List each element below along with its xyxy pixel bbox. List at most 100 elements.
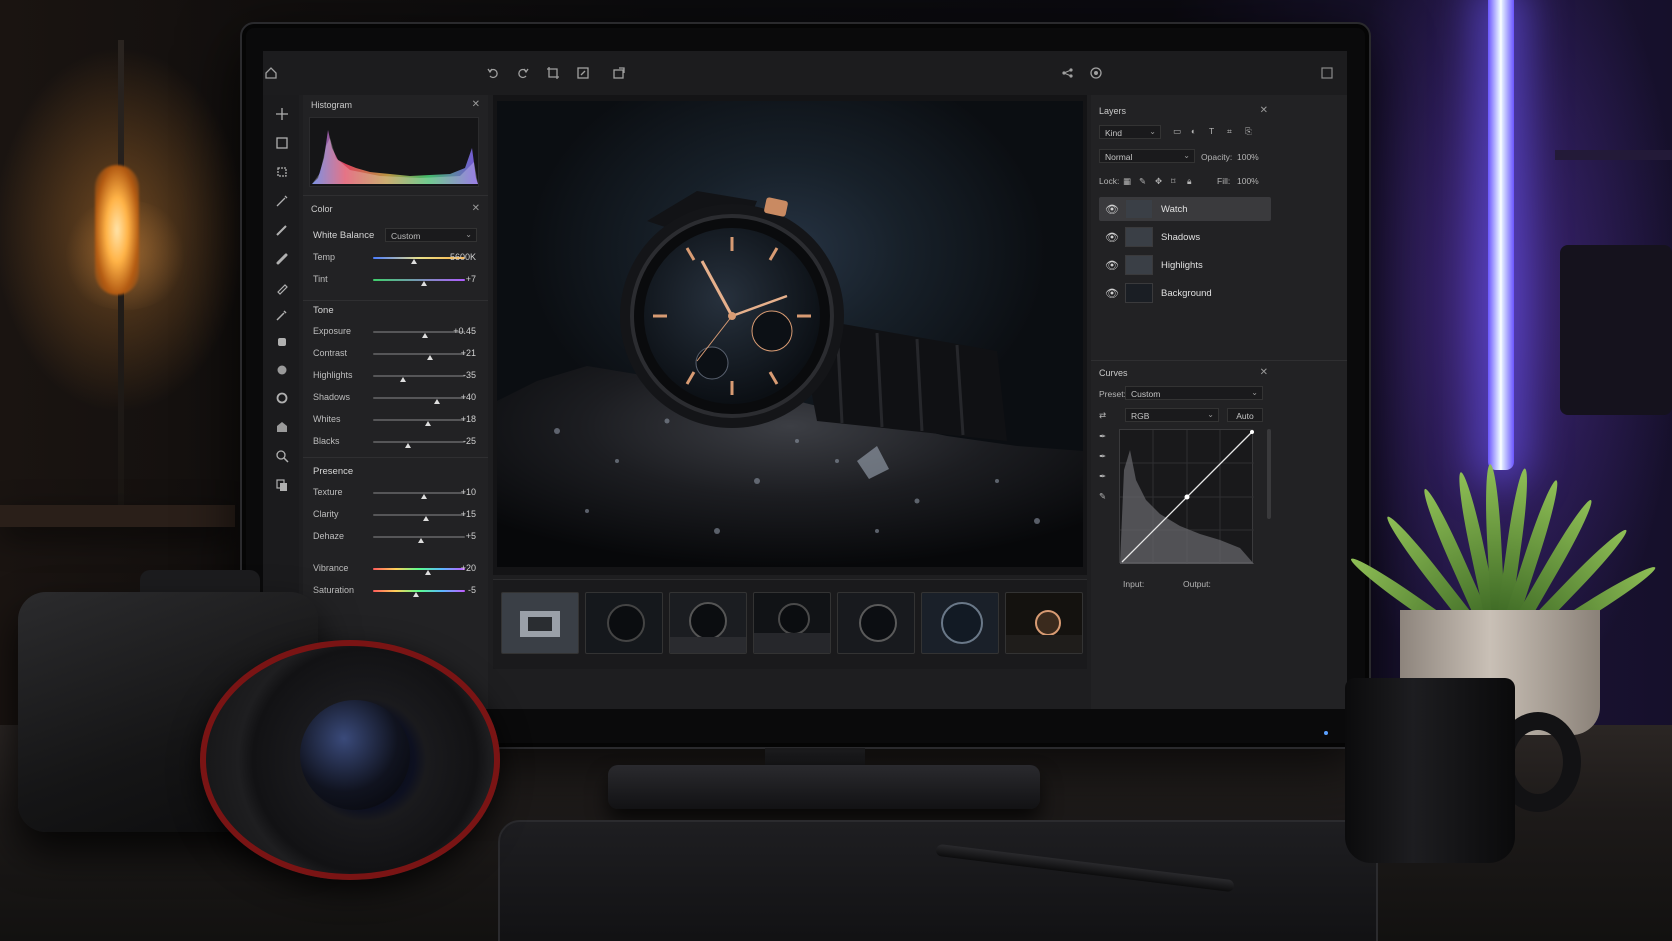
fill-value[interactable]: 100% [1237, 176, 1259, 186]
eye-icon[interactable]: 👁︎ [1105, 259, 1119, 272]
slider-row-contrast[interactable]: Contrast +21 [303, 346, 488, 362]
slider-value[interactable]: +7 [466, 274, 476, 284]
slider-value[interactable]: +5 [466, 531, 476, 541]
close-icon[interactable]: ✕ [1260, 105, 1268, 116]
lock-pixels-icon[interactable]: ▦ [1123, 176, 1131, 187]
close-icon[interactable]: ✕ [1260, 367, 1268, 378]
slider-handle[interactable] [400, 377, 407, 382]
white-balance-select[interactable]: Custom ⌄ [385, 228, 477, 242]
lock-artboard-icon[interactable]: ⌑ [1171, 176, 1175, 187]
undo-icon[interactable] [485, 66, 501, 82]
slider-row-vibrance[interactable]: Vibrance +20 [303, 561, 488, 577]
slider-row-whites[interactable]: Whites +18 [303, 412, 488, 428]
slider-handle[interactable] [404, 443, 411, 448]
opacity-value[interactable]: 100% [1237, 152, 1259, 162]
channel-select[interactable]: RGB ⌄ [1125, 408, 1219, 422]
slider-track[interactable] [373, 397, 465, 399]
eye-icon[interactable]: 👁︎ [1105, 203, 1119, 216]
filmstrip-thumb[interactable] [921, 592, 999, 654]
eye-icon[interactable]: 👁︎ [1105, 287, 1119, 300]
lock-paint-icon[interactable]: ✎ [1139, 176, 1146, 187]
slider-value[interactable]: -5 [468, 585, 476, 595]
magic-wand-icon[interactable] [273, 194, 291, 212]
slider-value[interactable]: -25 [463, 436, 476, 446]
slider-row-highlights[interactable]: Highlights -35 [303, 368, 488, 384]
slider-row-saturation[interactable]: Saturation -5 [303, 583, 488, 599]
slider-track[interactable] [373, 279, 465, 281]
layer-row-shadows[interactable]: 👁︎ Shadows [1099, 225, 1271, 249]
slider-row-exposure[interactable]: Exposure +0.45 [303, 324, 488, 340]
slider-handle[interactable] [427, 355, 434, 360]
pen-tool-icon[interactable] [273, 281, 291, 299]
slider-handle[interactable] [434, 399, 441, 404]
slider-handle[interactable] [413, 592, 420, 597]
preset-select[interactable]: Custom ⌄ [1125, 386, 1263, 400]
slider-handle[interactable] [422, 333, 429, 338]
eyedropper-icon[interactable] [273, 308, 291, 326]
slider-track[interactable] [373, 419, 465, 421]
cloud-icon[interactable] [1088, 66, 1104, 82]
curves-graph[interactable] [1119, 429, 1254, 564]
filmstrip-thumb[interactable] [753, 592, 831, 654]
slider-track[interactable] [373, 568, 465, 570]
eye-icon[interactable]: 👁︎ [1105, 231, 1119, 244]
layer-kind-filter[interactable]: Kind ⌄ [1099, 125, 1161, 139]
smart-object-filter-icon[interactable]: ⎘ [1245, 126, 1252, 137]
link-icon[interactable] [1059, 66, 1075, 82]
slider-row-clarity[interactable]: Clarity +15 [303, 507, 488, 523]
layer-row-background[interactable]: 👁︎ Background [1099, 281, 1271, 305]
lock-all-icon[interactable]: 🔒︎ [1187, 176, 1192, 187]
stamp-tool-icon[interactable] [273, 335, 291, 353]
slider-row-texture[interactable]: Texture +10 [303, 485, 488, 501]
slider-track[interactable] [373, 441, 465, 443]
filmstrip-thumb[interactable] [837, 592, 915, 654]
slider-track[interactable] [373, 492, 465, 494]
slider-row-tint[interactable]: Tint +7 [303, 272, 488, 288]
curves-scrollbar[interactable] [1267, 429, 1271, 519]
slider-handle[interactable] [425, 421, 432, 426]
brush-tool-icon[interactable] [273, 223, 291, 241]
auto-button[interactable]: Auto [1227, 408, 1263, 422]
adjustment-filter-icon[interactable]: ◐ [1191, 126, 1196, 136]
slider-row-temp[interactable]: Temp 5600K [303, 250, 488, 266]
image-canvas[interactable] [493, 95, 1087, 575]
slider-value[interactable]: +15 [461, 509, 476, 519]
slider-row-shadows[interactable]: Shadows +40 [303, 390, 488, 406]
shape-tool-icon[interactable] [273, 420, 291, 438]
targeted-adjust-icon[interactable]: ⇄ [1099, 410, 1106, 421]
crop-icon[interactable] [545, 66, 561, 82]
slider-track[interactable] [373, 353, 465, 355]
slider-track[interactable] [373, 514, 465, 516]
close-icon[interactable]: ✕ [472, 99, 480, 110]
slider-value[interactable]: +0.45 [453, 326, 476, 336]
eyedropper-white-icon[interactable]: ✒ [1099, 471, 1106, 482]
move-tool-icon[interactable] [273, 107, 291, 125]
slider-handle[interactable] [411, 259, 418, 264]
slider-handle[interactable] [417, 538, 424, 543]
curve-pencil-icon[interactable]: ✎ [1099, 491, 1106, 502]
close-icon[interactable]: ✕ [472, 203, 480, 214]
shape-filter-icon[interactable]: ⌗ [1227, 126, 1232, 137]
expand-icon[interactable] [1319, 66, 1335, 82]
healing-tool-icon[interactable] [273, 252, 291, 270]
slider-track[interactable] [373, 375, 465, 377]
share-icon[interactable] [611, 66, 627, 82]
slider-value[interactable]: +20 [461, 563, 476, 573]
slider-row-blacks[interactable]: Blacks -25 [303, 434, 488, 450]
slider-value[interactable]: +18 [461, 414, 476, 424]
slider-handle[interactable] [420, 494, 427, 499]
slider-value[interactable]: +40 [461, 392, 476, 402]
slider-value[interactable]: -35 [463, 370, 476, 380]
slider-row-dehaze[interactable]: Dehaze +5 [303, 529, 488, 545]
layer-row-watch[interactable]: 👁︎ Watch [1099, 197, 1271, 221]
slider-handle[interactable] [420, 281, 427, 286]
ellipse-tool-icon[interactable] [273, 391, 291, 409]
layer-row-highlights[interactable]: 👁︎ Highlights [1099, 253, 1271, 277]
filmstrip-thumb[interactable] [501, 592, 579, 654]
image-filter-icon[interactable]: ▭ [1173, 126, 1181, 137]
slider-value[interactable]: +10 [461, 487, 476, 497]
slider-track[interactable] [373, 331, 465, 333]
type-filter-icon[interactable]: T [1209, 126, 1214, 136]
slider-handle[interactable] [423, 516, 430, 521]
slider-value[interactable]: +21 [461, 348, 476, 358]
